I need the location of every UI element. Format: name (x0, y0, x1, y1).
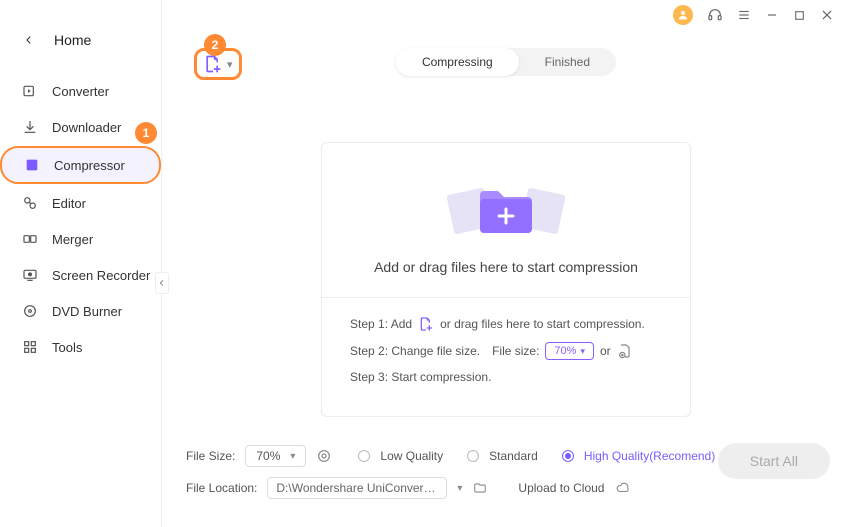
chevron-down-icon: ▾ (580, 346, 585, 357)
chevron-down-icon: ▾ (290, 451, 295, 462)
tools-icon (22, 339, 38, 355)
radio-standard[interactable] (467, 450, 479, 462)
step-text: or (600, 344, 611, 358)
headset-icon[interactable] (707, 7, 723, 23)
location-value: D:\Wondershare UniConverter 1 (276, 481, 447, 495)
tab-compressing[interactable]: Compressing (396, 48, 519, 76)
sidebar-item-label: Merger (52, 232, 93, 247)
select-value: 70% (256, 449, 280, 463)
minimize-button[interactable] (765, 8, 779, 22)
sidebar-item-label: Compressor (54, 158, 125, 173)
sidebar-item-label: Converter (52, 84, 109, 99)
button-label: Start All (750, 453, 798, 469)
editor-icon (22, 195, 38, 211)
step-text: or drag files here to start compression. (440, 317, 645, 331)
quality-label: High Quality(Recomend) (584, 449, 715, 463)
filesize-select[interactable]: 70% ▾ (245, 445, 306, 467)
menu-icon[interactable] (737, 8, 751, 22)
avatar-icon[interactable] (673, 5, 693, 25)
dvd-icon (22, 303, 38, 319)
step-text: Step 3: Start compression. (350, 370, 491, 384)
chevron-down-icon[interactable]: ▾ (457, 483, 462, 494)
location-input[interactable]: D:\Wondershare UniConverter 1 (267, 477, 447, 499)
home-label: Home (54, 32, 91, 48)
sidebar-item-label: Editor (52, 196, 86, 211)
recorder-icon (22, 267, 38, 283)
sidebar-item-label: Screen Recorder (52, 268, 150, 283)
preview-icon[interactable] (316, 448, 332, 464)
sidebar-item-converter[interactable]: Converter (0, 74, 161, 108)
compressor-icon (24, 157, 40, 173)
tab-finished[interactable]: Finished (519, 48, 616, 76)
sidebar-item-label: DVD Burner (52, 304, 122, 319)
bottom-row-filesize: File Size: 70% ▾ Low Quality Standard Hi… (186, 445, 830, 467)
sidebar-item-screen-recorder[interactable]: Screen Recorder (0, 258, 161, 292)
sidebar-item-label: Tools (52, 340, 82, 355)
sidebar-item-compressor[interactable]: Compressor (0, 146, 161, 184)
radio-low-quality[interactable] (358, 450, 370, 462)
upload-cloud-label: Upload to Cloud (518, 481, 604, 495)
location-label: File Location: (186, 481, 257, 495)
quality-label: Low Quality (380, 449, 443, 463)
sidebar-item-merger[interactable]: Merger (0, 222, 161, 256)
step-text: Step 1: Add (350, 317, 412, 331)
merger-icon (22, 231, 38, 247)
select-value: 70% (554, 345, 576, 357)
add-file-icon[interactable] (418, 316, 434, 332)
step-text: File size: (492, 344, 539, 358)
radio-high-quality[interactable] (562, 450, 574, 462)
maximize-button[interactable] (793, 9, 806, 22)
step-1-row: Step 1: Add or drag files here to start … (350, 316, 662, 332)
sidebar-item-editor[interactable]: Editor (0, 186, 161, 220)
drop-card[interactable]: Add or drag files here to start compress… (321, 142, 691, 417)
converter-icon (22, 83, 38, 99)
open-folder-icon[interactable] (472, 481, 488, 495)
step-2-row: Step 2: Change file size. File size: 70%… (350, 342, 662, 360)
step-text: Step 2: Change file size. (350, 344, 480, 358)
sidebar-item-tools[interactable]: Tools (0, 330, 161, 364)
back-icon (24, 34, 34, 46)
folder-illustration (350, 169, 662, 243)
annotation-badge-1: 1 (135, 122, 157, 144)
status-tabs: Compressing Finished (396, 48, 616, 76)
downloader-icon (22, 119, 38, 135)
divider (322, 297, 690, 298)
close-button[interactable] (820, 8, 834, 22)
quality-label: Standard (489, 449, 538, 463)
step-3-row: Step 3: Start compression. (350, 370, 662, 384)
step2-filesize-select[interactable]: 70% ▾ (545, 342, 594, 360)
tab-label: Finished (545, 55, 590, 69)
cloud-icon[interactable] (614, 481, 632, 495)
bottom-row-location: File Location: D:\Wondershare UniConvert… (186, 477, 830, 499)
tab-label: Compressing (422, 55, 493, 69)
annotation-badge-2: 2 (204, 34, 226, 56)
sidebar-item-dvd-burner[interactable]: DVD Burner (0, 294, 161, 328)
sidebar-item-label: Downloader (52, 120, 121, 135)
filesize-label: File Size: (186, 449, 235, 463)
start-all-button[interactable]: Start All (718, 443, 830, 479)
sidebar: Home Converter Downloader Compressor Edi… (0, 0, 162, 527)
add-file-icon (203, 54, 223, 74)
chevron-down-icon: ▾ (227, 58, 233, 71)
file-settings-icon[interactable] (617, 343, 633, 359)
dropzone-title: Add or drag files here to start compress… (350, 259, 662, 275)
home-link[interactable]: Home (0, 26, 161, 68)
